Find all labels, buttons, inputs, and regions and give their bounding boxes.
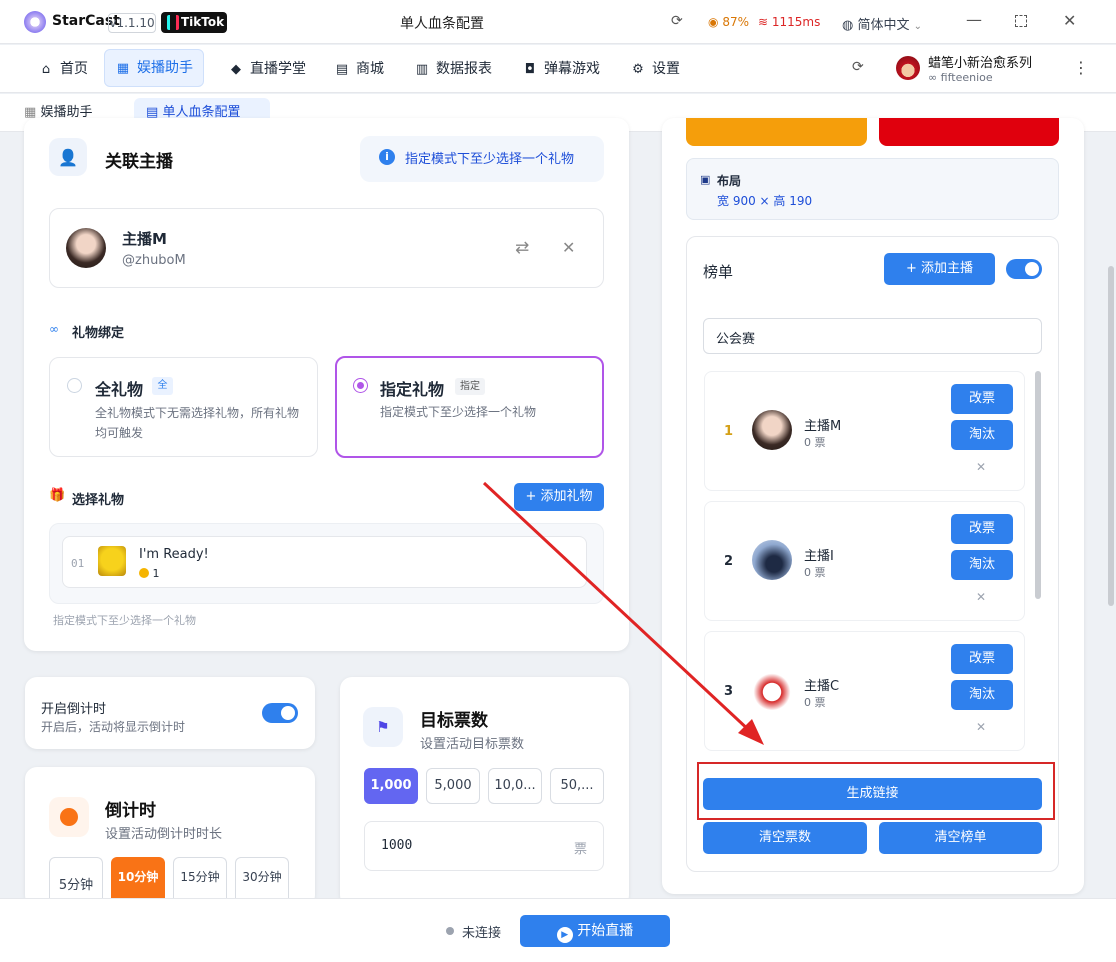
connection-status-dot <box>446 927 454 935</box>
play-icon: ▶ <box>556 927 573 943</box>
connection-status: 未连接 <box>462 926 502 941</box>
start-live-button[interactable]: ▶ 开始直播 <box>520 915 670 947</box>
start-live-label: 开始直播 <box>577 923 634 939</box>
annotation-arrow <box>482 481 764 745</box>
